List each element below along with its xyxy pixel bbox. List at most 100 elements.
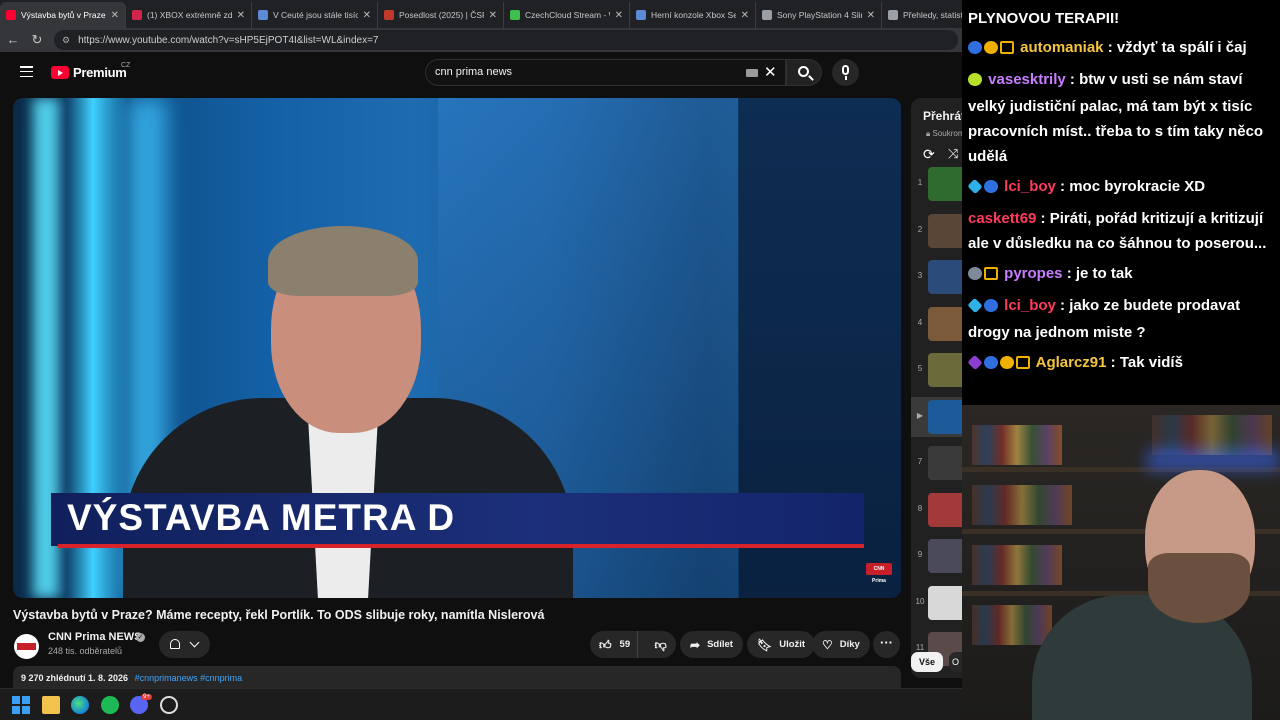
keyboard-icon[interactable] <box>746 69 758 77</box>
playlist-item[interactable]: 8 <box>911 490 962 530</box>
search-box: ✕ <box>425 59 786 86</box>
channel-avatar[interactable] <box>14 634 39 659</box>
save-button[interactable]: 🔖︎ Uložit <box>747 631 816 658</box>
filter-chip-all[interactable]: Vše <box>911 652 943 672</box>
filter-chip-other[interactable]: O <box>949 652 962 672</box>
playlist-item-thumbnail <box>928 539 962 573</box>
bell-icon <box>170 639 180 649</box>
playlist-item-index: 9 <box>917 550 923 559</box>
playlist-item[interactable]: 1 <box>911 164 962 204</box>
browser-tab[interactable]: V Ceuté jsou stále tisíce ✕ <box>252 2 378 28</box>
gold-badge-icon <box>1000 356 1014 369</box>
browser-tab[interactable]: Sony PlayStation 4 Slim ✕ <box>756 2 882 28</box>
description-box[interactable]: 9 270 zhlédnutí 1. 8. 2026 #cnnprimanews… <box>13 666 901 688</box>
chat-badges <box>967 352 1032 377</box>
shuffle-icon[interactable]: ⤨ <box>948 146 958 162</box>
playlist-item-thumbnail <box>928 399 962 434</box>
youtube-header: Premium CZ ✕ <box>0 52 962 92</box>
voice-search-button[interactable] <box>832 59 859 86</box>
dislike-button[interactable]: 👎︎ <box>645 631 676 658</box>
chat-message: lci_boy : jako ze budete prodavat drogy … <box>967 297 1241 341</box>
app-icon[interactable] <box>160 696 178 714</box>
playlist-item[interactable]: ▶ <box>911 396 962 437</box>
logo-text: Premium <box>73 65 127 80</box>
chat-text: Tak vidíš <box>1119 354 1183 371</box>
bookmark-icon: 🔖︎ <box>757 637 773 652</box>
notification-bell-button[interactable] <box>159 631 210 658</box>
back-arrow-icon[interactable]: ← <box>6 33 20 47</box>
playlist-item[interactable]: 4 <box>911 304 962 344</box>
file-explorer-icon[interactable] <box>42 696 60 714</box>
playlist-item-index: 7 <box>917 457 923 466</box>
playlist-privacy: 🔒︎ Soukromé <box>926 129 962 138</box>
chat-message: pyropes : je to tak <box>968 261 1278 288</box>
cube-badge-icon <box>967 178 983 195</box>
menu-icon[interactable] <box>20 66 33 78</box>
playlist-item[interactable]: 2 <box>911 211 962 251</box>
search-input[interactable] <box>435 66 725 78</box>
like-dislike-group: 👍︎ 59 👎︎ <box>590 631 676 658</box>
browser-tab[interactable]: Herní konzole Xbox Seri ✕ <box>630 2 756 28</box>
tab-close-icon[interactable]: ✕ <box>741 10 749 21</box>
playlist-item[interactable]: 3 <box>911 257 962 297</box>
tab-close-icon[interactable]: ✕ <box>615 10 623 21</box>
clear-search-icon[interactable]: ✕ <box>764 63 777 81</box>
share-button[interactable]: ➦ Sdílet <box>680 631 743 658</box>
gold-badge-icon <box>984 41 998 54</box>
share-label: Sdílet <box>707 639 733 650</box>
playlist-item-thumbnail <box>928 260 962 294</box>
thanks-label: Díky <box>839 639 860 650</box>
purple-badge-icon <box>967 354 983 371</box>
like-button[interactable]: 👍︎ 59 <box>590 631 639 658</box>
playlist-item-index: 1 <box>917 178 923 187</box>
playlist-item[interactable]: 9 <box>911 536 962 576</box>
chat-username: lci_boy <box>1004 297 1056 314</box>
playlist-item-thumbnail <box>928 492 962 527</box>
region-code: CZ <box>121 62 131 69</box>
video-player[interactable]: VÝSTAVBA METRA D CNN Prima <box>13 98 901 598</box>
playlist-item-index: ▶ <box>916 410 924 420</box>
thanks-button[interactable]: ♡ Díky <box>812 631 870 658</box>
tab-close-icon[interactable]: ✕ <box>111 10 119 21</box>
chat-badges <box>968 263 1000 288</box>
site-info-icon[interactable]: ⚙ <box>62 35 70 46</box>
browser-tab[interactable]: (1) XBOX extrémně zdra ✕ <box>126 2 252 28</box>
browser-tab[interactable]: CzechCloud Stream - W ✕ <box>504 2 630 28</box>
grey-badge-icon <box>968 267 982 280</box>
windows-start-icon[interactable] <box>12 696 30 714</box>
reload-icon[interactable]: ↻ <box>30 33 44 47</box>
browser-tab[interactable]: Výstavba bytů v Praze ✕ <box>0 2 126 28</box>
tab-favicon-icon <box>6 10 16 20</box>
playlist-title[interactable]: Přehrát později <box>923 109 962 123</box>
loop-icon[interactable]: ⟳ <box>923 146 935 163</box>
channel-name[interactable]: CNN Prima NEWS <box>48 631 142 643</box>
chevron-down-icon <box>189 637 200 648</box>
browser-tab-strip: Výstavba bytů v Praze ✕ (1) XBOX extrémně … <box>0 0 962 28</box>
share-icon: ➦ <box>690 637 701 652</box>
spotify-icon[interactable] <box>101 696 119 714</box>
browser-tab[interactable]: Posedlost (2025) | ČSFD ✕ <box>378 2 504 28</box>
like-count: 59 <box>619 639 631 650</box>
tab-close-icon[interactable]: ✕ <box>363 10 371 21</box>
playlist-item-thumbnail <box>928 446 962 480</box>
url-text: https://www.youtube.com/watch?v=sHP5EjPO… <box>78 34 379 46</box>
playlist-item[interactable]: 10 <box>911 583 962 623</box>
address-bar[interactable]: ⚙ https://www.youtube.com/watch?v=sHP5Ej… <box>54 30 958 50</box>
chat-text: vždyť ta spálí i čaj <box>1116 39 1247 56</box>
tab-favicon-icon <box>132 10 142 20</box>
playlist-item-thumbnail <box>928 306 962 341</box>
browser-tab[interactable]: Přehledy, statisti✕ <box>882 2 962 28</box>
tab-close-icon[interactable]: ✕ <box>867 10 875 21</box>
hashtags[interactable]: #cnnprimanews #cnnprima <box>135 673 243 683</box>
playlist-item[interactable]: 7 <box>911 443 962 483</box>
more-actions-button[interactable]: ··· <box>873 631 900 658</box>
tab-close-icon[interactable]: ✕ <box>489 10 497 21</box>
tab-title: CzechCloud Stream - W <box>525 10 610 20</box>
tab-favicon-icon <box>384 10 394 20</box>
tab-close-icon[interactable]: ✕ <box>237 10 245 21</box>
browser-icon[interactable] <box>71 696 89 714</box>
playlist-item[interactable]: 5 <box>911 350 962 390</box>
tab-title: Posedlost (2025) | ČSFD <box>399 10 484 20</box>
search-button[interactable] <box>786 59 822 86</box>
youtube-logo[interactable]: Premium <box>51 65 127 80</box>
